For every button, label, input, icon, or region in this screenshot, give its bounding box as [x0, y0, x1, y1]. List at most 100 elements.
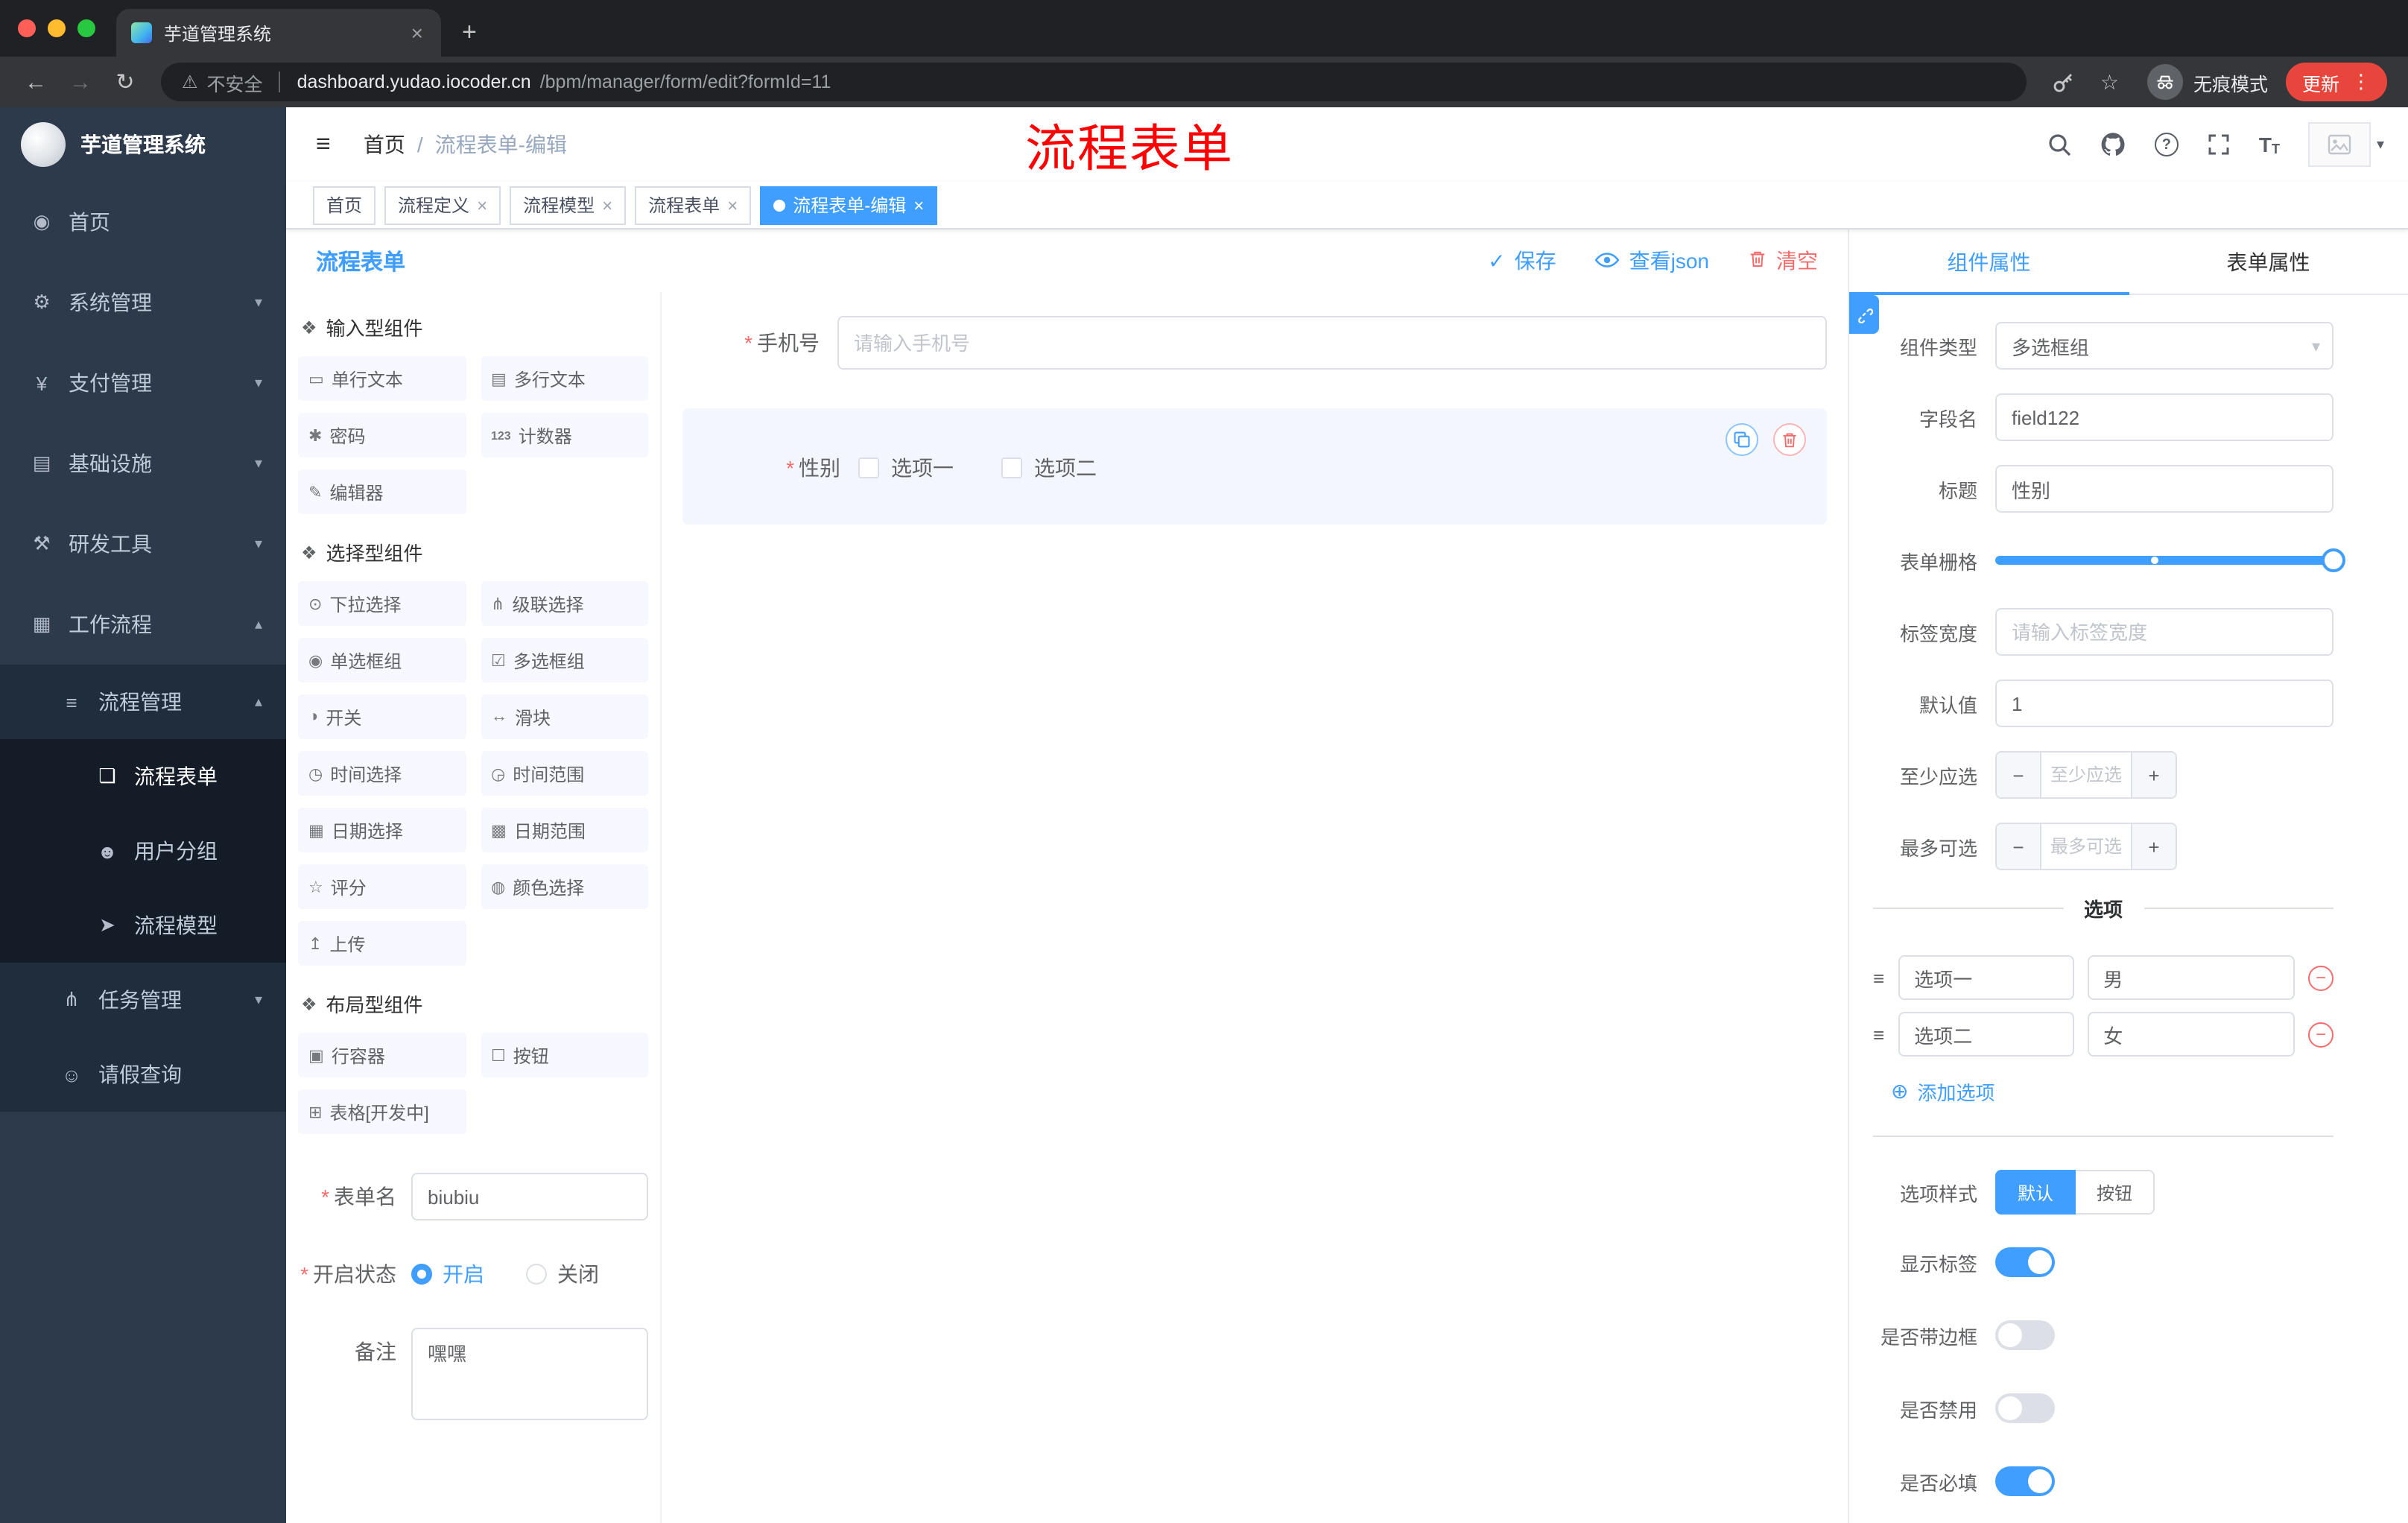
phone-field-row[interactable]: * 手机号: [682, 316, 1827, 370]
label-width-input[interactable]: [1995, 608, 2333, 656]
remove-option-button[interactable]: −: [2308, 965, 2333, 990]
tab-close-icon[interactable]: ×: [408, 21, 426, 45]
min-select-input[interactable]: [2041, 753, 2131, 797]
sidebar-item-infrastructure[interactable]: ▤ 基础设施 ▾: [0, 423, 286, 504]
component-item-password[interactable]: ✱ 密码: [298, 413, 466, 457]
stepper-increase-button[interactable]: +: [2131, 753, 2176, 797]
component-item-slider[interactable]: ↔ 滑块: [481, 694, 648, 739]
reload-icon[interactable]: ↻: [104, 69, 146, 95]
option-name-input[interactable]: [1898, 955, 2074, 1000]
default-value-input[interactable]: [1995, 680, 2333, 727]
sidebar-item-process-model[interactable]: ➤ 流程模型: [0, 888, 286, 963]
component-item-button[interactable]: ☐ 按钮: [481, 1033, 648, 1077]
tag-process-definition[interactable]: 流程定义 ×: [384, 186, 501, 224]
clear-button[interactable]: 清空: [1748, 246, 1818, 276]
required-switch[interactable]: [1995, 1466, 2055, 1496]
tag-close-icon[interactable]: ×: [727, 194, 738, 215]
tab-component-props[interactable]: 组件属性: [1849, 229, 2129, 295]
max-select-input[interactable]: [2041, 824, 2131, 869]
save-button[interactable]: ✓ 保存: [1488, 246, 1556, 276]
component-item-table[interactable]: ⊞ 表格[开发中]: [298, 1089, 466, 1134]
title-input[interactable]: [1995, 465, 2333, 513]
component-item-color-picker[interactable]: ◍ 颜色选择: [481, 864, 648, 909]
fullscreen-icon[interactable]: [2207, 133, 2231, 156]
back-icon[interactable]: ←: [15, 69, 57, 95]
sidebar-item-payment[interactable]: ¥ 支付管理 ▾: [0, 343, 286, 423]
component-item-time-picker[interactable]: ◷ 时间选择: [298, 751, 466, 796]
gender-option2-checkbox[interactable]: 选项二: [1001, 453, 1097, 483]
sidebar-item-home[interactable]: ◉ 首页: [0, 182, 286, 262]
gender-field-block-selected[interactable]: * 性别 选项一 选项二: [682, 408, 1827, 525]
tag-close-icon[interactable]: ×: [477, 194, 487, 215]
component-item-row-container[interactable]: ▣ 行容器: [298, 1033, 466, 1077]
address-bar[interactable]: ⚠ 不安全 dashboard.yudao.iocoder.cn/bpm/man…: [161, 63, 2027, 101]
bookmark-star-icon[interactable]: ☆: [2090, 69, 2129, 95]
sidebar-item-system[interactable]: ⚙ 系统管理 ▾: [0, 262, 286, 343]
border-switch[interactable]: [1995, 1320, 2055, 1350]
phone-input[interactable]: [837, 316, 1827, 370]
option-name-input[interactable]: [1898, 1012, 2074, 1057]
disabled-switch[interactable]: [1995, 1393, 2055, 1423]
menu-kebab-icon[interactable]: ⋮: [2351, 70, 2371, 94]
forward-icon[interactable]: →: [60, 69, 101, 95]
form-name-input[interactable]: [411, 1173, 648, 1220]
option-value-input[interactable]: [2087, 1012, 2295, 1057]
slider-handle[interactable]: [2322, 548, 2345, 572]
show-label-switch[interactable]: [1995, 1247, 2055, 1277]
tag-home[interactable]: 首页: [313, 186, 376, 224]
sidebar-item-task-management[interactable]: ⋔ 任务管理 ▾: [0, 963, 286, 1037]
search-icon[interactable]: [2047, 133, 2071, 156]
component-item-switch[interactable]: ◑ 开关: [298, 694, 466, 739]
tag-process-form[interactable]: 流程表单 ×: [635, 186, 752, 224]
status-on-radio[interactable]: 开启: [411, 1259, 484, 1289]
copy-field-button[interactable]: [1726, 423, 1758, 456]
component-item-editor[interactable]: ✎ 编辑器: [298, 469, 466, 514]
sidebar-collapse-icon[interactable]: ≡: [310, 130, 337, 159]
add-option-button[interactable]: ⊕ 添加选项: [1891, 1077, 2333, 1106]
browser-tab[interactable]: 芋道管理系统 ×: [116, 9, 441, 57]
component-item-upload[interactable]: ↥ 上传: [298, 921, 466, 966]
component-item-input-text[interactable]: ▭ 单行文本: [298, 356, 466, 401]
tag-close-icon[interactable]: ×: [602, 194, 612, 215]
component-item-number[interactable]: 123 计数器: [481, 413, 648, 457]
user-avatar[interactable]: ▾: [2307, 122, 2384, 167]
stepper-decrease-button[interactable]: −: [1997, 824, 2041, 869]
sidebar-logo[interactable]: 芋道管理系统: [0, 107, 286, 182]
style-button-button[interactable]: 按钮: [2076, 1170, 2155, 1215]
grid-slider[interactable]: [1995, 536, 2345, 584]
delete-field-button[interactable]: [1773, 423, 1806, 456]
component-item-textarea[interactable]: ▤ 多行文本: [481, 356, 648, 401]
window-minimize-button[interactable]: [48, 19, 66, 37]
help-icon[interactable]: ?: [2154, 133, 2179, 156]
drag-handle-icon[interactable]: ≡: [1873, 1023, 1884, 1045]
tag-process-model[interactable]: 流程模型 ×: [510, 186, 627, 224]
sidebar-item-leave-query[interactable]: ☺ 请假查询: [0, 1037, 286, 1112]
security-label[interactable]: 不安全: [207, 68, 263, 96]
window-zoom-button[interactable]: [77, 19, 95, 37]
style-default-button[interactable]: 默认: [1995, 1170, 2076, 1215]
new-tab-button[interactable]: +: [441, 9, 498, 57]
component-item-date-picker[interactable]: ▦ 日期选择: [298, 808, 466, 852]
sidebar-item-devtools[interactable]: ⚒ 研发工具 ▾: [0, 504, 286, 584]
component-item-checkbox-group[interactable]: ☑ 多选框组: [481, 638, 648, 683]
component-item-rate[interactable]: ☆ 评分: [298, 864, 466, 909]
stepper-increase-button[interactable]: +: [2131, 824, 2176, 869]
breadcrumb-home[interactable]: 首页: [364, 130, 405, 159]
view-json-button[interactable]: 查看json: [1595, 246, 1709, 276]
tag-close-icon[interactable]: ×: [913, 194, 924, 215]
sidebar-item-workflow[interactable]: ▦ 工作流程 ▴: [0, 584, 286, 665]
component-item-date-range[interactable]: ▩ 日期范围: [481, 808, 648, 852]
sidebar-item-user-group[interactable]: ☻ 用户分组: [0, 814, 286, 888]
tab-form-props[interactable]: 表单属性: [2129, 229, 2408, 294]
window-close-button[interactable]: [18, 19, 36, 37]
tag-process-form-edit[interactable]: 流程表单-编辑 ×: [760, 186, 938, 224]
form-remark-textarea[interactable]: 嘿嘿: [411, 1328, 648, 1420]
field-name-input[interactable]: [1995, 393, 2333, 441]
sidebar-item-process-management[interactable]: ≡ 流程管理 ▴: [0, 665, 286, 739]
component-type-select[interactable]: 多选框组 ▾: [1995, 322, 2333, 370]
option-value-input[interactable]: [2087, 955, 2295, 1000]
remove-option-button[interactable]: −: [2308, 1022, 2333, 1047]
status-off-radio[interactable]: 关闭: [526, 1259, 599, 1289]
component-item-cascader[interactable]: ⋔ 级联选择: [481, 581, 648, 626]
password-key-icon[interactable]: [2042, 70, 2087, 94]
